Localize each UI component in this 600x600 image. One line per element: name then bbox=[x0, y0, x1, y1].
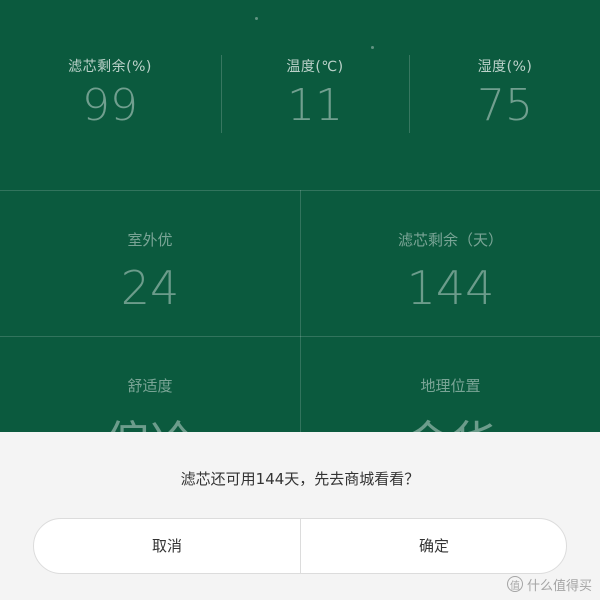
cell-label: 地理位置 bbox=[420, 377, 481, 395]
outdoor-air-cell[interactable]: 室外优 24 bbox=[0, 191, 300, 337]
watermark-text: 什么值得买 bbox=[526, 578, 592, 594]
stat-value: 99 bbox=[82, 80, 138, 131]
cancel-button[interactable]: 取消 bbox=[34, 519, 300, 573]
stat-label: 滤芯剩余(%) bbox=[68, 59, 152, 75]
humidity-stat: 湿度(%) 75 bbox=[405, 0, 600, 190]
stat-value: 11 bbox=[287, 80, 343, 131]
top-stats-panel: 滤芯剩余(%) 99 温度(℃) 11 湿度(%) 75 bbox=[0, 0, 600, 190]
cell-label: 舒适度 bbox=[127, 377, 173, 395]
stat-label: 温度(℃) bbox=[286, 59, 344, 75]
dialog-button-group: 取消 确定 bbox=[33, 518, 567, 574]
cell-label: 室外优 bbox=[127, 231, 173, 249]
stat-label: 湿度(%) bbox=[477, 59, 533, 75]
cell-value: 144 bbox=[406, 261, 495, 315]
temperature-stat: 温度(℃) 11 bbox=[215, 0, 415, 190]
watermark: 值 什么值得买 bbox=[506, 574, 592, 594]
filter-days-cell[interactable]: 滤芯剩余（天） 144 bbox=[301, 191, 600, 337]
cell-label: 滤芯剩余（天） bbox=[397, 231, 503, 249]
cell-value: 24 bbox=[120, 261, 180, 315]
dialog-message: 滤芯还可用144天，先去商城看看？ bbox=[180, 470, 420, 488]
watermark-logo-icon: 值 bbox=[506, 576, 523, 592]
stat-value: 75 bbox=[477, 80, 533, 131]
filter-percent-stat: 滤芯剩余(%) 99 bbox=[10, 0, 210, 190]
confirm-button[interactable]: 确定 bbox=[301, 519, 566, 573]
